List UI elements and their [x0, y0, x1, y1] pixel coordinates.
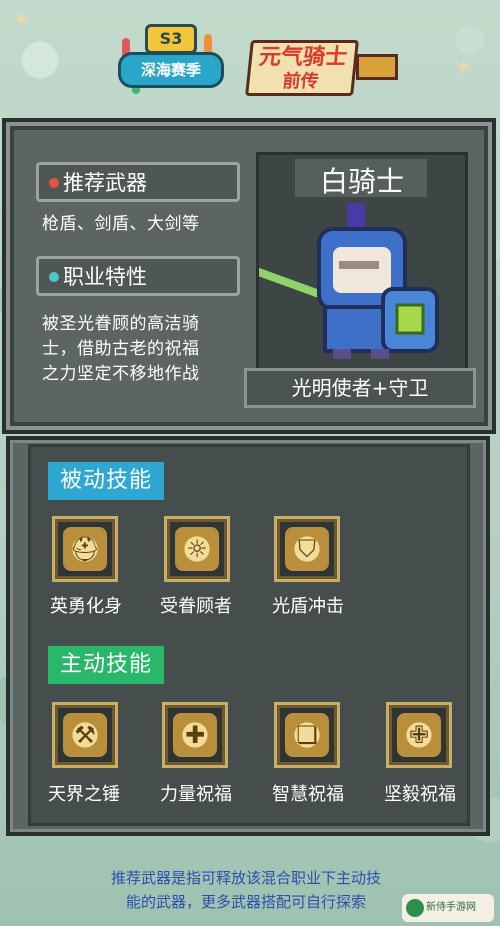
trait-line: 士，借助古老的祝福: [42, 339, 200, 359]
season-badge: S3: [145, 24, 197, 54]
season-logo: S3 深海赛季: [112, 8, 224, 98]
class-trait-tag: 职业特性: [36, 256, 240, 296]
class-trait-description: 被圣光眷顾的高洁骑 士，借助古老的祝福 之力坚定不移地作战: [42, 312, 246, 387]
star-decoration-icon: ✦: [12, 8, 31, 33]
hammer-blessing-icon: ✚: [173, 713, 217, 757]
game-logo: 元气骑士 前传: [244, 36, 398, 100]
skill-name: 英勇化身: [50, 596, 122, 617]
skill-name: 光盾冲击: [272, 596, 344, 617]
game-title-line2: 前传: [281, 71, 320, 92]
recommend-weapon-value: 枪盾、剑盾、大剑等: [42, 214, 200, 234]
skill-slot[interactable]: ⛉: [274, 516, 340, 582]
skill-name: 智慧祝福: [272, 784, 344, 805]
season-name: 深海赛季: [118, 52, 224, 88]
footnote-line: 能的武器，更多武器搭配可自行探索: [125, 893, 366, 911]
skill-slot[interactable]: ✙: [386, 702, 452, 768]
character-portrait-box: 白骑士: [256, 152, 468, 404]
recommend-weapon-label: 推荐武器: [63, 171, 147, 195]
red-dot-icon: [49, 178, 59, 188]
cyan-dot-icon: [49, 272, 59, 282]
skill-slot[interactable]: ⛑: [52, 516, 118, 582]
skill-slot[interactable]: ☼: [164, 516, 230, 582]
helmet-icon: ⛑: [63, 527, 107, 571]
footnote: 推荐武器是指可释放该混合职业下主动技 能的武器，更多武器搭配可自行探索: [76, 866, 416, 914]
skills-panel-inner: [28, 444, 470, 826]
watermark-logo-icon: [406, 899, 424, 917]
character-name: 白骑士: [319, 165, 404, 198]
site-watermark: 新侍手游网: [402, 894, 494, 922]
skill-name: 受眷顾者: [160, 596, 232, 617]
skill-slot[interactable]: ⚒: [52, 702, 118, 768]
hammer-icon: ⚒: [63, 713, 107, 757]
skill-name: 力量祝福: [160, 784, 232, 805]
character-role: 光明使者+守卫: [244, 368, 476, 408]
character-details: 推荐武器 枪盾、剑盾、大剑等 职业特性 被圣光眷顾的高洁骑 士，借助古老的祝福 …: [36, 152, 248, 404]
trait-line: 被圣光眷顾的高洁骑: [42, 314, 200, 334]
skill-slot[interactable]: ✚: [162, 702, 228, 768]
book-blessing-icon: ❏: [285, 713, 329, 757]
skill-name: 坚毅祝福: [384, 784, 456, 805]
active-skills-label: 主动技能: [48, 646, 165, 684]
starfish-decoration-icon: ✶: [454, 56, 473, 81]
footnote-line: 推荐武器是指可释放该混合职业下主动技: [110, 869, 381, 887]
trait-line: 之力坚定不移地作战: [42, 364, 200, 384]
class-trait-label: 职业特性: [63, 265, 147, 289]
sword-icon: [356, 54, 398, 80]
shield-blessing-icon: ✙: [397, 713, 441, 757]
skill-slot[interactable]: ❏: [274, 702, 340, 768]
passive-skills-label: 被动技能: [48, 462, 165, 500]
shield-strike-icon: ⛉: [285, 527, 329, 571]
recommend-weapon-tag: 推荐武器: [36, 162, 240, 202]
blessed-helmet-icon: ☼: [175, 527, 219, 571]
watermark-text: 新侍手游网: [426, 902, 476, 913]
skill-name: 天界之锤: [48, 784, 120, 805]
game-title: 元气骑士 前传: [245, 40, 359, 96]
game-title-line1: 元气骑士: [257, 45, 349, 70]
